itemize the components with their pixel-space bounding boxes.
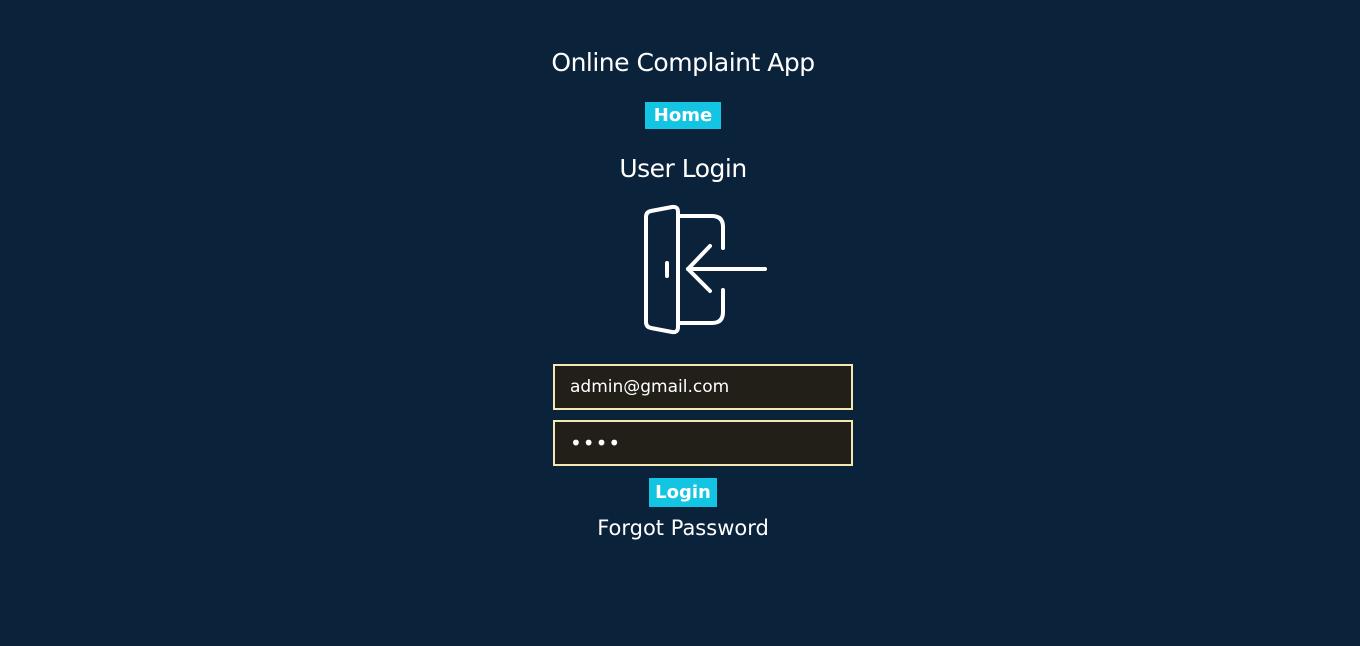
password-field[interactable]: [553, 420, 853, 466]
home-button[interactable]: Home: [645, 102, 721, 129]
login-button[interactable]: Login: [649, 478, 717, 507]
login-icon: [644, 204, 767, 335]
forgot-password-link[interactable]: Forgot Password: [0, 513, 1360, 543]
app-title: Online Complaint App: [551, 48, 815, 77]
login-page: Online Complaint App Home User Login Log…: [0, 0, 1360, 646]
page-title: User Login: [619, 154, 747, 183]
email-field[interactable]: [553, 364, 853, 410]
